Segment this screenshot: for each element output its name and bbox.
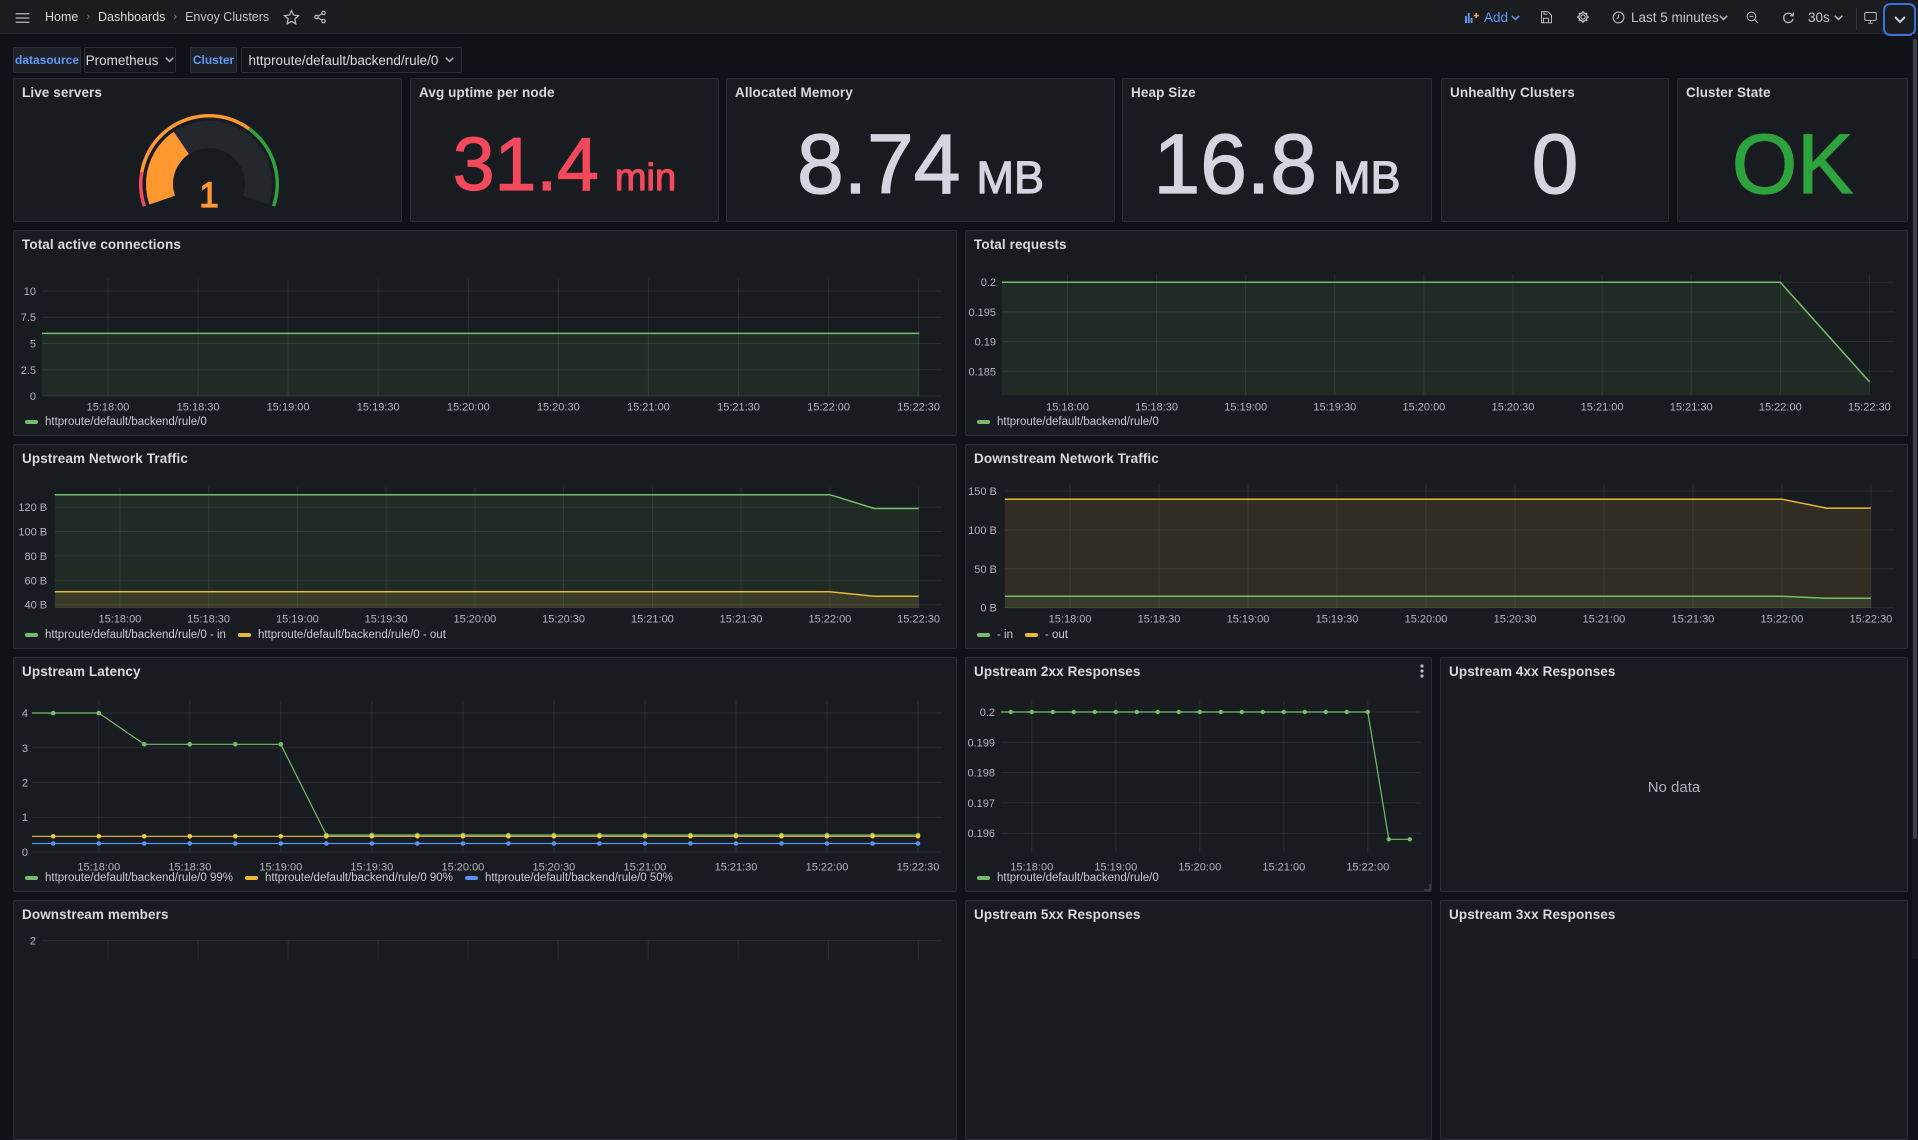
svg-text:15:20:30: 15:20:30	[537, 402, 580, 414]
svg-text:15:19:00: 15:19:00	[267, 402, 310, 414]
svg-text:15:19:30: 15:19:30	[365, 614, 408, 626]
svg-text:15:21:30: 15:21:30	[717, 402, 760, 414]
svg-text:1: 1	[22, 812, 28, 824]
svg-text:0.198: 0.198	[967, 768, 995, 780]
svg-text:10: 10	[24, 286, 36, 298]
svg-text:15:18:00: 15:18:00	[1049, 614, 1092, 626]
svg-text:120 B: 120 B	[18, 502, 47, 514]
svg-text:15:21:00: 15:21:00	[627, 402, 670, 414]
svg-text:4: 4	[22, 708, 28, 720]
svg-text:2: 2	[30, 936, 36, 948]
svg-text:0.2: 0.2	[981, 277, 996, 289]
svg-text:15:22:00: 15:22:00	[1760, 614, 1803, 626]
svg-text:15:19:00: 15:19:00	[1227, 614, 1270, 626]
svg-text:100 B: 100 B	[968, 525, 997, 537]
svg-text:0.185: 0.185	[968, 366, 996, 378]
svg-text:15:20:00: 15:20:00	[1402, 402, 1445, 414]
svg-text:40 B: 40 B	[24, 600, 47, 612]
svg-text:1: 1	[199, 176, 218, 215]
svg-text:15:21:00: 15:21:00	[1581, 402, 1624, 414]
svg-text:100 B: 100 B	[18, 527, 47, 539]
svg-text:15:18:30: 15:18:30	[1138, 614, 1181, 626]
svg-text:15:21:00: 15:21:00	[1582, 614, 1625, 626]
svg-text:0.197: 0.197	[967, 798, 995, 810]
svg-text:0: 0	[30, 391, 36, 403]
svg-text:7.5: 7.5	[21, 312, 36, 324]
svg-text:15:20:00: 15:20:00	[1405, 614, 1448, 626]
svg-text:0.2: 0.2	[980, 707, 995, 719]
svg-text:0.19: 0.19	[975, 337, 996, 349]
svg-text:15:22:00: 15:22:00	[807, 402, 850, 414]
svg-text:15:22:30: 15:22:30	[1849, 614, 1892, 626]
svg-text:15:22:00: 15:22:00	[1759, 402, 1802, 414]
svg-text:0 B: 0 B	[980, 603, 997, 615]
svg-text:15:18:30: 15:18:30	[187, 614, 230, 626]
svg-text:15:20:30: 15:20:30	[1492, 402, 1535, 414]
svg-text:15:18:00: 15:18:00	[87, 402, 130, 414]
svg-text:5: 5	[30, 339, 36, 351]
svg-text:15:19:30: 15:19:30	[357, 402, 400, 414]
svg-text:80 B: 80 B	[24, 551, 47, 563]
svg-text:60 B: 60 B	[24, 575, 47, 587]
svg-text:15:22:30: 15:22:30	[897, 614, 940, 626]
svg-text:2: 2	[22, 778, 28, 790]
svg-text:0.199: 0.199	[967, 737, 995, 749]
svg-text:3: 3	[22, 743, 28, 755]
svg-text:15:20:00: 15:20:00	[1178, 861, 1221, 873]
svg-text:15:18:30: 15:18:30	[1135, 402, 1178, 414]
svg-text:15:21:00: 15:21:00	[1262, 861, 1305, 873]
svg-text:0: 0	[22, 847, 28, 859]
svg-text:15:20:30: 15:20:30	[542, 614, 585, 626]
svg-text:15:22:30: 15:22:30	[1848, 402, 1891, 414]
svg-text:15:21:30: 15:21:30	[720, 614, 763, 626]
svg-text:15:18:00: 15:18:00	[98, 614, 141, 626]
svg-text:15:18:30: 15:18:30	[177, 402, 220, 414]
svg-text:15:22:00: 15:22:00	[1346, 861, 1389, 873]
svg-text:15:20:30: 15:20:30	[1494, 614, 1537, 626]
svg-text:15:21:00: 15:21:00	[631, 614, 674, 626]
svg-text:0.195: 0.195	[968, 307, 996, 319]
svg-text:50 B: 50 B	[974, 564, 997, 576]
svg-text:15:21:30: 15:21:30	[1671, 614, 1714, 626]
svg-text:15:22:00: 15:22:00	[806, 861, 849, 873]
svg-text:15:19:00: 15:19:00	[1224, 402, 1267, 414]
svg-text:15:22:30: 15:22:30	[897, 402, 940, 414]
svg-text:15:22:00: 15:22:00	[808, 614, 851, 626]
svg-text:15:20:00: 15:20:00	[447, 402, 490, 414]
svg-text:15:19:00: 15:19:00	[276, 614, 319, 626]
svg-text:15:21:30: 15:21:30	[1670, 402, 1713, 414]
svg-text:15:19:30: 15:19:30	[1316, 614, 1359, 626]
svg-text:15:19:30: 15:19:30	[1313, 402, 1356, 414]
svg-text:0.196: 0.196	[967, 828, 995, 840]
svg-text:15:20:00: 15:20:00	[453, 614, 496, 626]
svg-text:15:18:00: 15:18:00	[1046, 402, 1089, 414]
svg-text:15:21:30: 15:21:30	[715, 861, 758, 873]
svg-text:15:22:30: 15:22:30	[897, 861, 940, 873]
svg-text:2.5: 2.5	[21, 365, 36, 377]
svg-text:150 B: 150 B	[968, 486, 997, 498]
